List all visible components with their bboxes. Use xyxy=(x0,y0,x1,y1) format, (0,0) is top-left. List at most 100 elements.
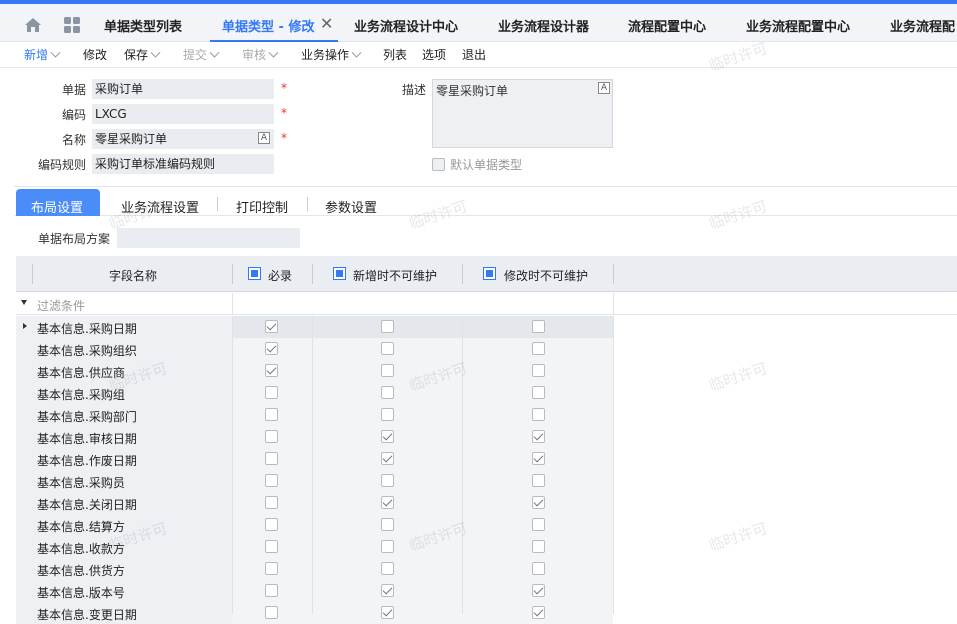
submit-button[interactable]: 提交 xyxy=(183,46,220,63)
new-lock-checkbox[interactable] xyxy=(381,430,394,443)
edit-lock-checkbox[interactable] xyxy=(532,364,545,377)
required-checkbox[interactable] xyxy=(265,430,278,443)
exit-button[interactable]: 退出 xyxy=(462,46,486,63)
subtab-print[interactable]: 打印控制 xyxy=(236,197,288,216)
options-button[interactable]: 选项 xyxy=(422,46,446,63)
edit-lock-checkbox[interactable] xyxy=(532,562,545,575)
default-bill-type-checkbox[interactable] xyxy=(432,158,445,171)
table-row[interactable]: 基本信息.供应商 xyxy=(16,360,957,382)
tab-bpm-config-truncated[interactable]: 业务流程配 xyxy=(890,16,955,35)
table-row[interactable]: 基本信息.变更日期 xyxy=(16,602,957,624)
required-checkbox[interactable] xyxy=(265,452,278,465)
select-all-new-lock-checkbox[interactable] xyxy=(333,267,346,280)
edit-lock-checkbox[interactable] xyxy=(532,386,545,399)
list-button[interactable]: 列表 xyxy=(383,46,407,63)
new-lock-checkbox[interactable] xyxy=(381,386,394,399)
tab-bpm-design-center[interactable]: 业务流程设计中心 xyxy=(354,16,458,35)
edit-lock-checkbox[interactable] xyxy=(532,540,545,553)
edit-lock-checkbox[interactable] xyxy=(532,430,545,443)
edit-lock-checkbox[interactable] xyxy=(532,584,545,597)
required-checkbox[interactable] xyxy=(265,386,278,399)
biz-ops-button[interactable]: 业务操作 xyxy=(301,46,362,63)
new-lock-checkbox[interactable] xyxy=(381,496,394,509)
edit-lock-checkbox[interactable] xyxy=(532,496,545,509)
multilang-icon[interactable]: A xyxy=(258,132,270,144)
required-checkbox[interactable] xyxy=(265,474,278,487)
required-checkbox[interactable] xyxy=(265,518,278,531)
required-checkbox[interactable] xyxy=(265,606,278,619)
edit-button[interactable]: 修改 xyxy=(83,46,107,63)
select-all-edit-lock-checkbox[interactable] xyxy=(483,267,496,280)
save-button[interactable]: 保存 xyxy=(124,46,161,63)
select-all-required-checkbox[interactable] xyxy=(248,267,261,280)
close-tab-icon[interactable]: ✕ xyxy=(320,14,333,33)
required-checkbox[interactable] xyxy=(265,364,278,377)
required-checkbox[interactable] xyxy=(265,584,278,597)
required-checkbox[interactable] xyxy=(265,320,278,333)
checkbox-cells xyxy=(232,470,613,492)
audit-button[interactable]: 审核 xyxy=(242,46,279,63)
table-row[interactable]: 基本信息.采购组 xyxy=(16,382,957,404)
chevron-down-icon xyxy=(209,47,220,58)
home-icon[interactable] xyxy=(24,16,42,34)
new-lock-checkbox[interactable] xyxy=(381,540,394,553)
layout-scheme-input[interactable] xyxy=(117,228,300,248)
table-row[interactable]: 基本信息.作废日期 xyxy=(16,448,957,470)
new-lock-checkbox[interactable] xyxy=(381,320,394,333)
new-lock-checkbox[interactable] xyxy=(381,452,394,465)
table-row[interactable]: 基本信息.关闭日期 xyxy=(16,492,957,514)
code-input[interactable]: LXCG xyxy=(92,104,274,124)
table-row[interactable]: 基本信息.采购日期 xyxy=(16,316,957,338)
new-lock-checkbox[interactable] xyxy=(381,364,394,377)
edit-lock-checkbox[interactable] xyxy=(532,606,545,619)
bill-input[interactable]: 采购订单 xyxy=(92,79,274,99)
subtab-params[interactable]: 参数设置 xyxy=(325,197,377,216)
subtab-layout[interactable]: 布局设置 xyxy=(31,197,83,216)
new-lock-checkbox[interactable] xyxy=(381,342,394,355)
required-checkbox[interactable] xyxy=(265,562,278,575)
tab-bill-type-list[interactable]: 单据类型列表 xyxy=(104,16,182,35)
new-lock-checkbox[interactable] xyxy=(381,606,394,619)
desc-textarea[interactable]: 零星采购订单 xyxy=(432,79,613,148)
tab-flow-config-center[interactable]: 流程配置中心 xyxy=(628,16,706,35)
table-row[interactable]: 基本信息.采购组织 xyxy=(16,338,957,360)
table-row[interactable]: 基本信息.版本号 xyxy=(16,580,957,602)
subtab-flow[interactable]: 业务流程设置 xyxy=(121,197,199,216)
new-lock-checkbox[interactable] xyxy=(381,562,394,575)
new-lock-checkbox[interactable] xyxy=(381,518,394,531)
checkbox-cells xyxy=(232,536,613,558)
new-button[interactable]: 新增 xyxy=(24,46,61,63)
apps-grid-icon[interactable] xyxy=(63,16,81,34)
new-lock-checkbox[interactable] xyxy=(381,408,394,421)
tab-bill-type-edit[interactable]: 单据类型 - 修改 xyxy=(222,16,314,35)
edit-lock-checkbox[interactable] xyxy=(532,342,545,355)
required-checkbox[interactable] xyxy=(265,496,278,509)
name-input[interactable]: 零星采购订单 xyxy=(92,129,274,149)
tab-bpm-designer[interactable]: 业务流程设计器 xyxy=(498,16,589,35)
table-row[interactable]: 基本信息.结算方 xyxy=(16,514,957,536)
edit-lock-checkbox[interactable] xyxy=(532,518,545,531)
table-row[interactable]: 基本信息.收款方 xyxy=(16,536,957,558)
required-mark: * xyxy=(281,106,287,120)
code-rule-input[interactable]: 采购订单标准编码规则 xyxy=(92,154,274,174)
table-row[interactable]: 基本信息.供货方 xyxy=(16,558,957,580)
required-checkbox[interactable] xyxy=(265,408,278,421)
edit-lock-checkbox[interactable] xyxy=(532,452,545,465)
required-checkbox[interactable] xyxy=(265,540,278,553)
toolbar: 新增 修改 保存 提交 审核 业务操作 列表 选项 退出 xyxy=(0,42,957,68)
filter-icon[interactable] xyxy=(21,300,27,305)
filter-input[interactable]: 过滤条件 xyxy=(37,297,85,314)
new-lock-checkbox[interactable] xyxy=(381,474,394,487)
table-row[interactable]: 基本信息.采购员 xyxy=(16,470,957,492)
edit-lock-checkbox[interactable] xyxy=(532,474,545,487)
edit-lock-checkbox[interactable] xyxy=(532,408,545,421)
multilang-icon[interactable]: A xyxy=(598,82,610,94)
tab-bpm-config-center[interactable]: 业务流程配置中心 xyxy=(746,16,850,35)
name-label: 名称 xyxy=(61,133,86,147)
new-lock-checkbox[interactable] xyxy=(381,584,394,597)
table-row[interactable]: 基本信息.采购部门 xyxy=(16,404,957,426)
table-row[interactable]: 基本信息.审核日期 xyxy=(16,426,957,448)
column-divider xyxy=(613,316,614,614)
edit-lock-checkbox[interactable] xyxy=(532,320,545,333)
required-checkbox[interactable] xyxy=(265,342,278,355)
